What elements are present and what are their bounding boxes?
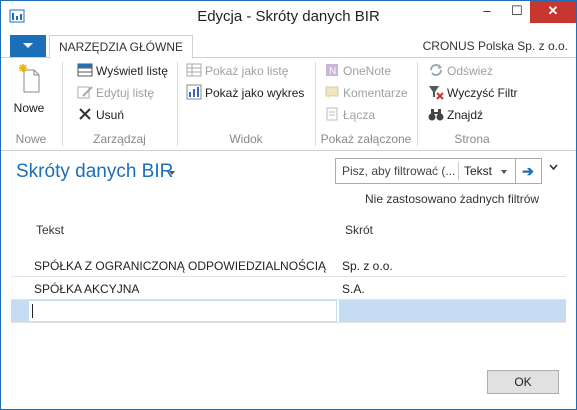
chevron-down-icon [23, 43, 33, 48]
links-label: Łącza [343, 108, 376, 122]
filter-field-select[interactable]: Tekst [464, 164, 492, 178]
refresh-label: Odśwież [447, 64, 494, 78]
show-as-chart-label: Pokaż jako wykres [205, 86, 305, 100]
comment-icon [325, 86, 339, 99]
new-button-label: Nowe [13, 101, 45, 115]
svg-text:N: N [329, 66, 336, 77]
chart-icon [186, 84, 202, 100]
filter-box: Pisz, aby filtrować (... Tekst ➔ [335, 158, 542, 184]
table-row[interactable]: SPÓŁKA AKCYJNA S.A. [11, 277, 566, 300]
delete-x-icon [79, 108, 91, 120]
window: Edycja - Skróty danych BIR – ☐ ✕ NARZĘDZ… [0, 0, 577, 410]
ribbon-group-new: Nowe Nowe [1, 58, 61, 150]
ribbon-group-page: Odśwież Wyczyść Filtr Znajdź Strona [418, 58, 526, 150]
edit-list-label: Edytuj listę [96, 86, 155, 100]
title-bar: Edycja - Skróty danych BIR – ☐ ✕ [1, 1, 576, 31]
ribbon-group-manage: Wyświetl listę Edytuj listę Usuń Zarządz… [63, 58, 176, 150]
link-icon [326, 107, 338, 121]
cell-abbreviation[interactable]: Sp. z o.o. [342, 259, 393, 273]
list-icon [77, 63, 93, 77]
cell-text[interactable]: SPÓŁKA Z OGRANICZONĄ ODPOWIEDZIALNOŚCIĄ [34, 259, 326, 273]
expand-chevron-icon[interactable] [549, 163, 558, 172]
cell-abbreviation[interactable]: S.A. [342, 282, 365, 296]
group-label-view: Widok [229, 132, 263, 146]
minimize-button[interactable]: – [472, 1, 502, 23]
page-title[interactable]: Skróty danych BIR [16, 161, 173, 183]
clear-filter-label: Wyczyść Filtr [447, 86, 518, 100]
find-button[interactable]: Znajdź [428, 106, 483, 124]
ribbon: Nowe Nowe Wyświetl listę Edytuj listę Us… [1, 58, 576, 151]
edit-list-icon [77, 86, 93, 99]
file-menu-button[interactable] [10, 35, 46, 57]
edit-list-button[interactable]: Edytuj listę [77, 84, 154, 102]
clear-filter-icon [429, 86, 444, 100]
delete-button[interactable]: Usuń [77, 106, 124, 124]
filter-field-dropdown-icon[interactable] [501, 170, 507, 174]
text-cursor [32, 304, 33, 318]
column-header-text[interactable]: Tekst [36, 223, 64, 237]
clear-filter-button[interactable]: Wyczyść Filtr [428, 84, 518, 102]
filter-status-text: Nie zastosowano żadnych filtrów [365, 192, 540, 206]
filter-go-arrow-icon[interactable]: ➔ [517, 162, 539, 180]
row-selector[interactable] [11, 300, 29, 322]
table-icon [186, 63, 202, 77]
company-name: CRONUS Polska Sp. z o.o. [422, 39, 568, 53]
group-label-attachments: Pokaż załączone [320, 132, 412, 146]
onenote-icon: N [326, 64, 338, 77]
close-button[interactable]: ✕ [530, 1, 576, 23]
ribbon-group-view: Pokaż jako listę Pokaż jako wykres Widok [178, 58, 314, 150]
find-label: Znajdź [447, 108, 484, 122]
ribbon-group-attachments: N OneNote Komentarze Łącza Pokaż załączon… [316, 58, 416, 150]
show-list-button[interactable]: Wyświetl listę [77, 62, 168, 80]
links-button[interactable]: Łącza [324, 106, 375, 124]
filter-divider [458, 162, 459, 180]
ribbon-tabs: NARZĘDZIA GŁÓWNE CRONUS Polska Sp. z o.o… [1, 33, 576, 59]
new-document-icon [19, 64, 40, 93]
filter-divider [515, 159, 516, 183]
show-as-list-label: Pokaż jako listę [205, 64, 289, 78]
group-label-manage: Zarządzaj [93, 132, 146, 146]
group-label-new: Nowe [15, 132, 47, 146]
ok-button[interactable]: OK [487, 370, 559, 394]
show-as-chart-button[interactable]: Pokaż jako wykres [186, 84, 304, 102]
new-row-abbreviation-cell[interactable] [339, 300, 566, 322]
cell-text[interactable]: SPÓŁKA AKCYJNA [34, 282, 139, 296]
new-row-text-input[interactable] [11, 300, 337, 322]
binoculars-icon [428, 109, 444, 121]
new-button[interactable]: Nowe [7, 62, 51, 118]
maximize-button[interactable]: ☐ [502, 1, 532, 23]
onenote-label: OneNote [343, 64, 392, 78]
comments-label: Komentarze [343, 86, 408, 100]
table-row[interactable]: SPÓŁKA Z OGRANICZONĄ ODPOWIEDZIALNOŚCIĄ … [11, 254, 566, 277]
onenote-button[interactable]: N OneNote [324, 62, 391, 80]
filter-input[interactable]: Pisz, aby filtrować (... [342, 164, 455, 178]
column-header-abbreviation[interactable]: Skrót [345, 223, 373, 237]
comments-button[interactable]: Komentarze [324, 84, 408, 102]
table-row-new[interactable] [11, 300, 566, 323]
delete-label: Usuń [96, 108, 125, 122]
show-list-label: Wyświetl listę [96, 64, 168, 78]
show-as-list-button[interactable]: Pokaż jako listę [186, 62, 288, 80]
tab-home[interactable]: NARZĘDZIA GŁÓWNE [49, 35, 194, 59]
refresh-button[interactable]: Odśwież [428, 62, 493, 80]
group-label-page: Strona [454, 132, 490, 146]
page-title-dropdown-icon[interactable] [169, 171, 175, 175]
refresh-icon [430, 64, 442, 76]
